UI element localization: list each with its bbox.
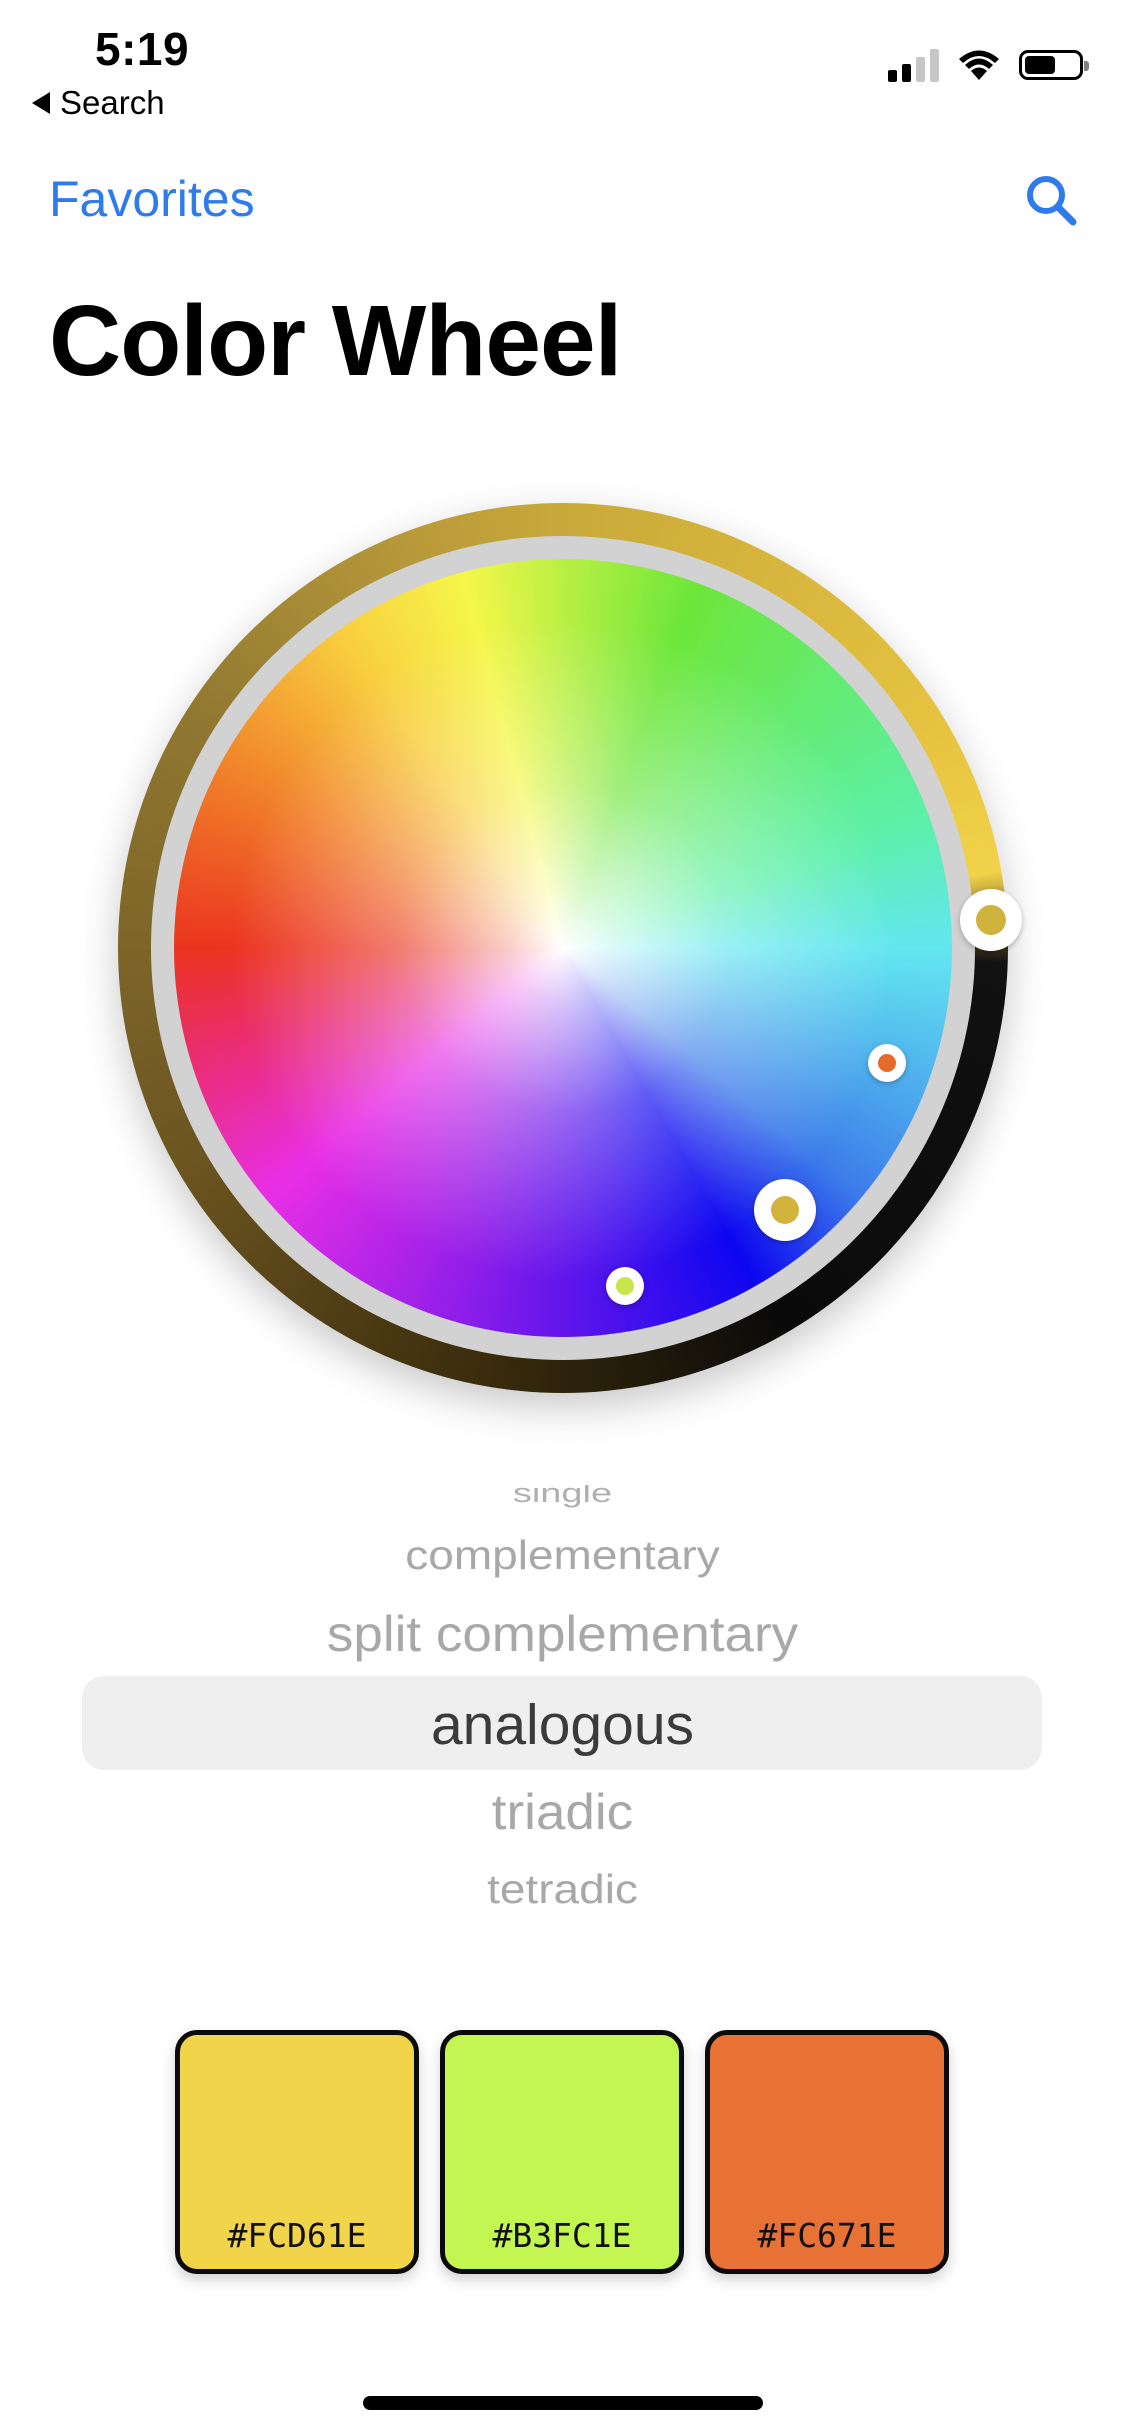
picker-option-square[interactable]: square <box>0 1926 1125 1948</box>
swatch-hex-label: #B3FC1E <box>492 2216 632 2255</box>
status-icons <box>888 48 1089 82</box>
scheme-picker[interactable]: single complementary split complementary… <box>0 1480 1125 1960</box>
search-icon[interactable] <box>1023 172 1079 228</box>
color-wheel[interactable] <box>118 503 1022 1393</box>
back-triangle-icon <box>32 92 50 114</box>
picker-option-tetradic[interactable]: tetradic <box>0 1865 1125 1913</box>
status-time: 5:19 <box>95 23 190 75</box>
back-label: Search <box>60 84 165 121</box>
cellular-signal-icon <box>888 48 939 82</box>
picker-option-complementary[interactable]: complementary <box>0 1531 1125 1579</box>
home-indicator <box>363 2396 763 2410</box>
swatch-analogous-1[interactable]: #B3FC1E <box>440 2030 684 2274</box>
color-swatches: #FCD61E #B3FC1E #FC671E <box>175 2030 949 2274</box>
picker-option-triadic[interactable]: triadic <box>0 1784 1125 1842</box>
back-to-search-link[interactable]: Search <box>32 84 165 122</box>
favorites-link[interactable]: Favorites <box>49 170 255 228</box>
handle-analogous-1[interactable] <box>606 1267 644 1305</box>
picker-option-split-complementary[interactable]: split complementary <box>0 1606 1125 1664</box>
picker-option-analogous[interactable]: analogous <box>0 1692 1125 1758</box>
handle-analogous-2[interactable] <box>868 1044 906 1082</box>
handle-primary[interactable] <box>754 1179 816 1241</box>
page-title: Color Wheel <box>49 285 622 397</box>
picker-option-single[interactable]: single <box>0 1485 1125 1509</box>
swatch-hex-label: #FC671E <box>757 2216 897 2255</box>
battery-icon <box>1019 50 1089 80</box>
swatch-hex-label: #FCD61E <box>227 2216 367 2255</box>
swatch-analogous-2[interactable]: #FC671E <box>705 2030 949 2274</box>
hue-saturation-disk[interactable] <box>174 559 952 1337</box>
handle-ring[interactable] <box>960 889 1022 951</box>
swatch-primary[interactable]: #FCD61E <box>175 2030 419 2274</box>
wifi-icon <box>959 50 999 80</box>
